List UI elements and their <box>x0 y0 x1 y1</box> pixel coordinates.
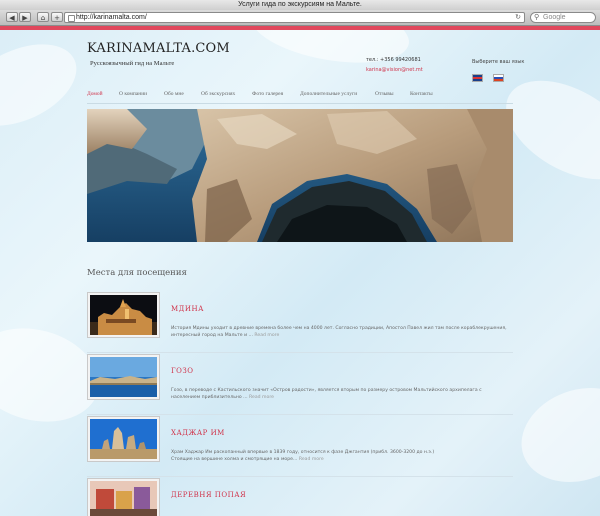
place-divider <box>87 352 513 353</box>
place-description-text: Храм Хаджар Им раскопанный впервые в 183… <box>171 450 435 455</box>
nav-item-about-me[interactable]: Обо мне <box>164 91 184 97</box>
place-description-text-2: населением приблизительно ... <box>171 394 248 400</box>
main-navigation: Домой О компании Обо мне Об экскурсиях Ф… <box>87 91 497 99</box>
place-item-gozo: ГОЗО Гозо, в переводе с Кастильского зна… <box>87 354 513 416</box>
reload-icon[interactable]: ↻ <box>515 13 521 22</box>
place-thumbnail[interactable] <box>87 478 160 516</box>
background-petal <box>0 30 90 143</box>
language-label: Выберите ваш язык <box>472 59 525 65</box>
read-more-link[interactable]: Read more <box>299 457 324 462</box>
nav-item-contacts[interactable]: Контакты <box>410 91 433 97</box>
browser-window: Услуги гида по экскурсиям на Мальте. ◀ ▶… <box>0 0 600 516</box>
window-title: Услуги гида по экскурсиям на Мальте. <box>238 1 362 8</box>
hero-banner-image <box>87 109 513 242</box>
nav-item-excursions[interactable]: Об экскурсиях <box>201 91 235 97</box>
contact-email-link[interactable]: karina@vision@net.mt <box>366 67 423 73</box>
nav-item-reviews[interactable]: Отзывы <box>375 91 394 97</box>
nav-item-home[interactable]: Домой <box>87 91 103 97</box>
place-description: Гозо, в переводе с Кастильского значит «… <box>171 388 513 401</box>
place-description-text-2: интересный город на Мальте и ... <box>171 332 253 338</box>
place-description-text-2: Стоящие на вершине холма и смотрящие на … <box>171 456 298 462</box>
plus-icon[interactable]: + <box>51 12 63 22</box>
place-description-text: История Мдины уходит в древние времена б… <box>171 326 507 331</box>
place-thumbnail[interactable] <box>87 292 160 338</box>
russian-flag-icon[interactable] <box>493 74 504 82</box>
favicon-icon <box>68 15 75 22</box>
place-title[interactable]: ДЕРЕВНЯ ПОПАЯ <box>171 491 246 499</box>
site-logo[interactable]: KARINAMALTA.COM <box>87 41 230 56</box>
place-item-hagar-qim: ХАДЖАР ИМ Храм Хаджар Им раскопанный впе… <box>87 416 513 478</box>
magnifier-icon: ⚲ <box>534 13 540 21</box>
place-thumbnail[interactable] <box>87 354 160 400</box>
place-description-text: Гозо, в переводе с Кастильского значит «… <box>171 388 482 393</box>
nav-item-additional-services[interactable]: Дополнительные услуги <box>300 91 357 97</box>
background-petal <box>508 372 600 498</box>
nav-divider <box>87 103 513 104</box>
place-divider <box>87 476 513 477</box>
mdina-photo <box>90 295 157 335</box>
nav-item-photo-gallery[interactable]: Фото галерея <box>252 91 283 97</box>
place-divider <box>87 414 513 415</box>
hagar-qim-photo <box>90 419 157 459</box>
address-url[interactable]: http://karinamalta.com/ <box>76 13 147 22</box>
nav-item-about-company[interactable]: О компании <box>119 91 147 97</box>
read-more-link[interactable]: Read more <box>249 395 274 400</box>
forward-arrow-icon[interactable]: ▶ <box>19 12 31 22</box>
place-description: Храм Хаджар Им раскопанный впервые в 183… <box>171 450 513 463</box>
browser-toolbar: ◀ ▶ ⌂ + http://karinamalta.com/ ↻ ⚲ Goog… <box>0 10 600 26</box>
search-placeholder: Google <box>543 14 566 21</box>
popeye-village-photo <box>90 481 157 516</box>
read-more-link[interactable]: Read more <box>254 333 279 338</box>
search-field[interactable]: ⚲ Google <box>530 12 596 23</box>
english-flag-icon[interactable] <box>472 74 483 82</box>
place-item-mdina: МДИНА История Мдины уходит в древние вре… <box>87 292 513 354</box>
place-title[interactable]: ХАДЖАР ИМ <box>171 429 225 437</box>
back-arrow-icon[interactable]: ◀ <box>6 12 18 22</box>
contact-phone: тел.: +356 99420681 <box>366 57 421 63</box>
site-tagline: Русскоязычный гид на Мальте <box>90 60 175 67</box>
place-description: История Мдины уходит в древние времена б… <box>171 326 513 339</box>
gozo-photo <box>90 357 157 397</box>
web-page: KARINAMALTA.COM Русскоязычный гид на Мал… <box>0 30 600 516</box>
place-item-popeye-village: ДЕРЕВНЯ ПОПАЯ <box>87 478 513 516</box>
place-thumbnail[interactable] <box>87 416 160 462</box>
place-title[interactable]: МДИНА <box>171 305 204 313</box>
home-icon[interactable]: ⌂ <box>37 12 49 22</box>
blue-grotto-photo <box>87 109 513 242</box>
places-section-title: Места для посещения <box>87 268 187 278</box>
place-title[interactable]: ГОЗО <box>171 367 193 375</box>
address-bar[interactable]: http://karinamalta.com/ ↻ <box>64 12 525 23</box>
